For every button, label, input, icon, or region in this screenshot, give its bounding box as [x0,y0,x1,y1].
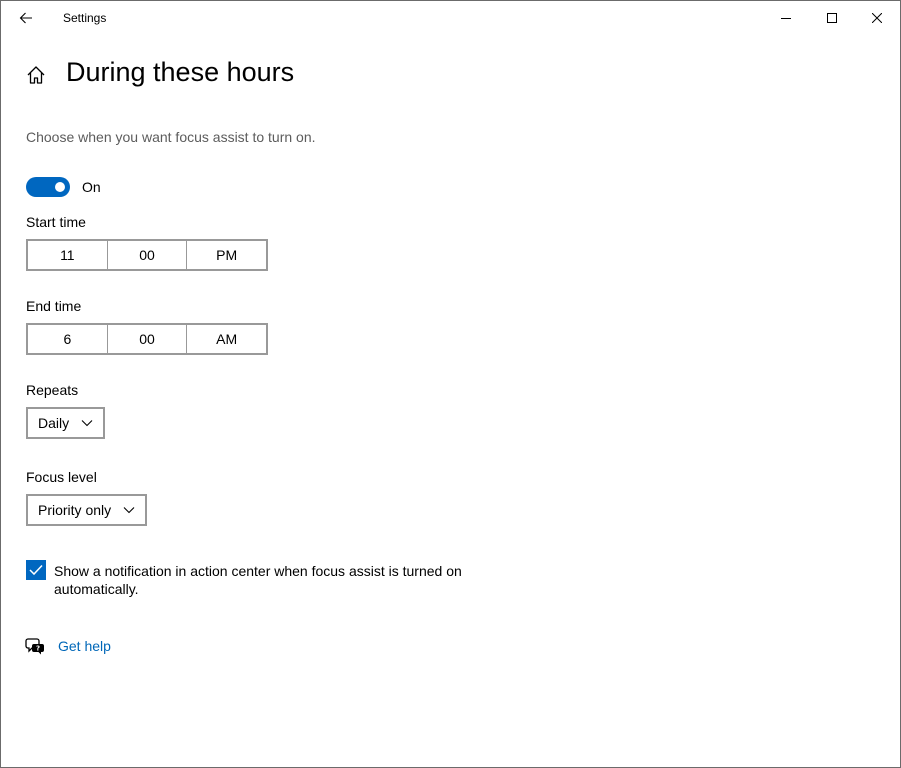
start-time-hour[interactable]: 11 [28,241,108,269]
svg-text:?: ? [36,645,40,653]
end-time-label: End time [26,298,82,314]
end-time-picker[interactable]: 6 00 AM [26,323,268,355]
end-time-period[interactable]: AM [187,325,266,353]
page-title: During these hours [66,57,295,87]
back-arrow-icon [19,12,32,24]
settings-window: Settings During these hours Choose when … [0,0,901,768]
checkmark-icon [29,564,43,576]
toggle-knob [55,182,65,192]
help-chat-icon: ? [25,638,44,655]
maximize-icon [827,13,837,23]
focus-hours-toggle[interactable] [26,177,70,197]
end-time-minute[interactable]: 00 [108,325,188,353]
close-button[interactable] [854,1,900,35]
page-description: Choose when you want focus assist to tur… [26,129,316,145]
repeats-label: Repeats [26,382,79,398]
chevron-down-icon [81,420,93,427]
back-button[interactable] [9,3,43,33]
focus-level-dropdown[interactable]: Priority only [26,494,148,526]
notification-checkbox[interactable] [26,560,46,580]
start-time-picker[interactable]: 11 00 PM [26,239,268,271]
maximize-button[interactable] [809,1,855,35]
focus-level-selected-value: Priority only [38,502,112,518]
minimize-button[interactable] [763,1,809,35]
home-icon[interactable] [25,64,47,86]
minimize-icon [781,18,791,19]
toggle-state-label: On [82,179,101,195]
repeats-selected-value: Daily [38,415,70,431]
app-title: Settings [63,11,107,25]
start-time-minute[interactable]: 00 [108,241,188,269]
end-time-hour[interactable]: 6 [28,325,108,353]
get-help-link[interactable]: Get help [58,638,111,654]
start-time-period[interactable]: PM [187,241,266,269]
repeats-dropdown[interactable]: Daily [26,407,106,439]
title-bar: Settings [1,1,900,35]
chevron-down-icon [123,507,135,514]
focus-level-label: Focus level [26,469,97,485]
start-time-label: Start time [26,214,86,230]
close-icon [872,13,882,23]
notification-checkbox-label[interactable]: Show a notification in action center whe… [54,562,474,598]
